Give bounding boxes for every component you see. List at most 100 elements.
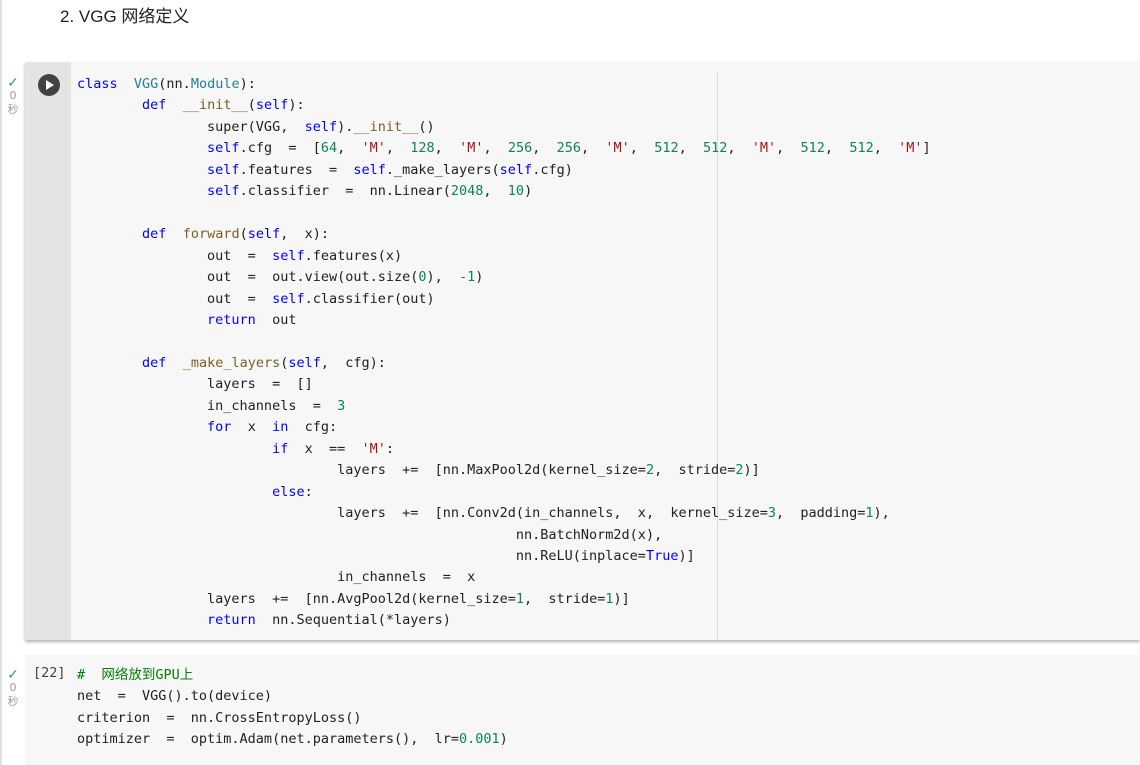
code-line: def _make_layers(self, cfg): <box>77 353 931 374</box>
code-token: ( <box>247 97 256 114</box>
code-token: .cfg = [ <box>239 140 321 157</box>
code-line: layers += [nn.MaxPool2d(kernel_size=2, s… <box>77 460 931 481</box>
code-token: .features(x) <box>304 247 403 264</box>
code-token: super(VGG, <box>77 118 305 135</box>
code-line: nn.ReLU(inplace=True)] <box>77 546 931 567</box>
code-line: def __init__(self): <box>77 95 931 116</box>
code-token: 0.001 <box>459 731 500 748</box>
code-token: 'M' <box>898 140 923 157</box>
code-line: in_channels = x <box>77 567 931 588</box>
cell-gutter <box>25 62 71 640</box>
code-token: )] <box>743 462 760 479</box>
code-token: self <box>247 226 281 243</box>
code-editor[interactable]: # 网络放到GPU上 net = VGG().to(device) criterio… <box>77 665 508 751</box>
code-token: def <box>142 354 167 371</box>
code-token: , stride= <box>524 590 606 607</box>
run-cell-button[interactable] <box>38 74 60 96</box>
code-token: self <box>272 290 305 307</box>
code-token: out = <box>77 290 273 307</box>
code-token: cfg: <box>288 419 338 436</box>
notebook-left-border <box>0 0 2 765</box>
code-line: self.cfg = [64, 'M', 128, 'M', 256, 256,… <box>77 138 931 159</box>
code-token: return <box>207 311 256 328</box>
code-token: , <box>483 183 508 200</box>
section-heading: 2. VGG 网络定义 <box>60 7 190 26</box>
code-token: ( <box>239 226 248 243</box>
code-line: return nn.Sequential(*layers) <box>77 610 931 631</box>
code-token: )] <box>678 547 695 564</box>
code-token: 2 <box>735 462 744 479</box>
code-token: self <box>272 247 305 264</box>
code-cell-vgg[interactable]: class VGG(nn.Module): def __init__(self)… <box>25 62 1140 640</box>
code-token: 512 <box>800 140 825 157</box>
code-token: , <box>824 140 850 157</box>
code-line: optimizer = optim.Adam(net.parameters(),… <box>77 729 508 750</box>
code-token: , <box>581 140 606 157</box>
code-line: criterion = nn.CrossEntropyLoss() <box>77 708 508 729</box>
code-token: layers += [nn.MaxPool2d(kernel_size= <box>77 462 646 479</box>
code-line: class VGG(nn.Module): <box>77 74 931 95</box>
code-token: nn.Sequential(*layers) <box>255 612 451 629</box>
code-token: )] <box>613 590 630 607</box>
exec-seconds-unit: 秒 <box>7 695 19 708</box>
exec-seconds: 0 <box>9 681 17 694</box>
code-token: nn.ReLU(inplace= <box>77 547 646 564</box>
code-line: layers += [nn.Conv2d(in_channels, x, ker… <box>77 503 931 524</box>
code-token: 64 <box>320 140 338 157</box>
code-token: self <box>499 161 533 178</box>
exec-seconds: 0 <box>9 89 17 102</box>
code-token: 2 <box>645 462 655 479</box>
code-token: else <box>272 483 305 500</box>
code-token: self <box>207 140 240 157</box>
code-token: in <box>272 419 289 436</box>
code-token: 512 <box>654 140 679 157</box>
code-token: .features = <box>239 161 354 178</box>
code-token: layers += [nn.Conv2d(in_channels, x, ker… <box>77 505 768 522</box>
code-token: .classifier(out) <box>304 290 435 307</box>
code-token: __init__ <box>353 118 419 135</box>
code-token: net = VGG().to(device) <box>77 688 273 705</box>
code-token: , <box>629 140 655 157</box>
code-token: ] <box>922 140 931 157</box>
code-token: .cfg) <box>532 161 573 178</box>
success-check-icon: ✓ <box>7 666 19 682</box>
exec-seconds-unit: 秒 <box>7 103 19 116</box>
code-token: : <box>385 440 395 457</box>
success-check-icon: ✓ <box>7 74 19 90</box>
code-token: 3 <box>767 505 776 522</box>
code-token: 'M' <box>361 140 386 157</box>
code-line: in_channels = 3 <box>77 396 931 417</box>
code-token: True <box>645 547 679 564</box>
code-token: # 网络放到GPU上 <box>77 667 194 683</box>
code-token: _make_layers <box>182 354 281 371</box>
code-token: 3 <box>337 397 346 414</box>
code-token: () <box>418 118 435 135</box>
code-line: self.features = self._make_layers(self.c… <box>77 160 931 181</box>
code-token: def <box>142 226 167 243</box>
code-token: 'M' <box>751 140 777 157</box>
code-token: self <box>207 161 240 178</box>
code-token: -1 <box>459 269 476 286</box>
code-token: 512 <box>849 140 874 157</box>
code-token: 2048 <box>450 183 484 200</box>
code-token: out = out.view(out.size( <box>77 269 419 286</box>
code-token: in_channels = <box>77 397 338 414</box>
code-line: out = out.view(out.size(0), -1) <box>77 267 931 288</box>
code-token: 256 <box>507 140 533 157</box>
code-line: return out <box>77 310 931 331</box>
code-token: ) <box>499 731 508 748</box>
code-token: 1 <box>865 505 874 522</box>
code-token: return <box>207 612 256 629</box>
code-cell-train-setup[interactable]: [22] # 网络放到GPU上 net = VGG().to(device) cri… <box>25 655 1140 765</box>
code-editor[interactable]: class VGG(nn.Module): def __init__(self)… <box>77 74 931 632</box>
